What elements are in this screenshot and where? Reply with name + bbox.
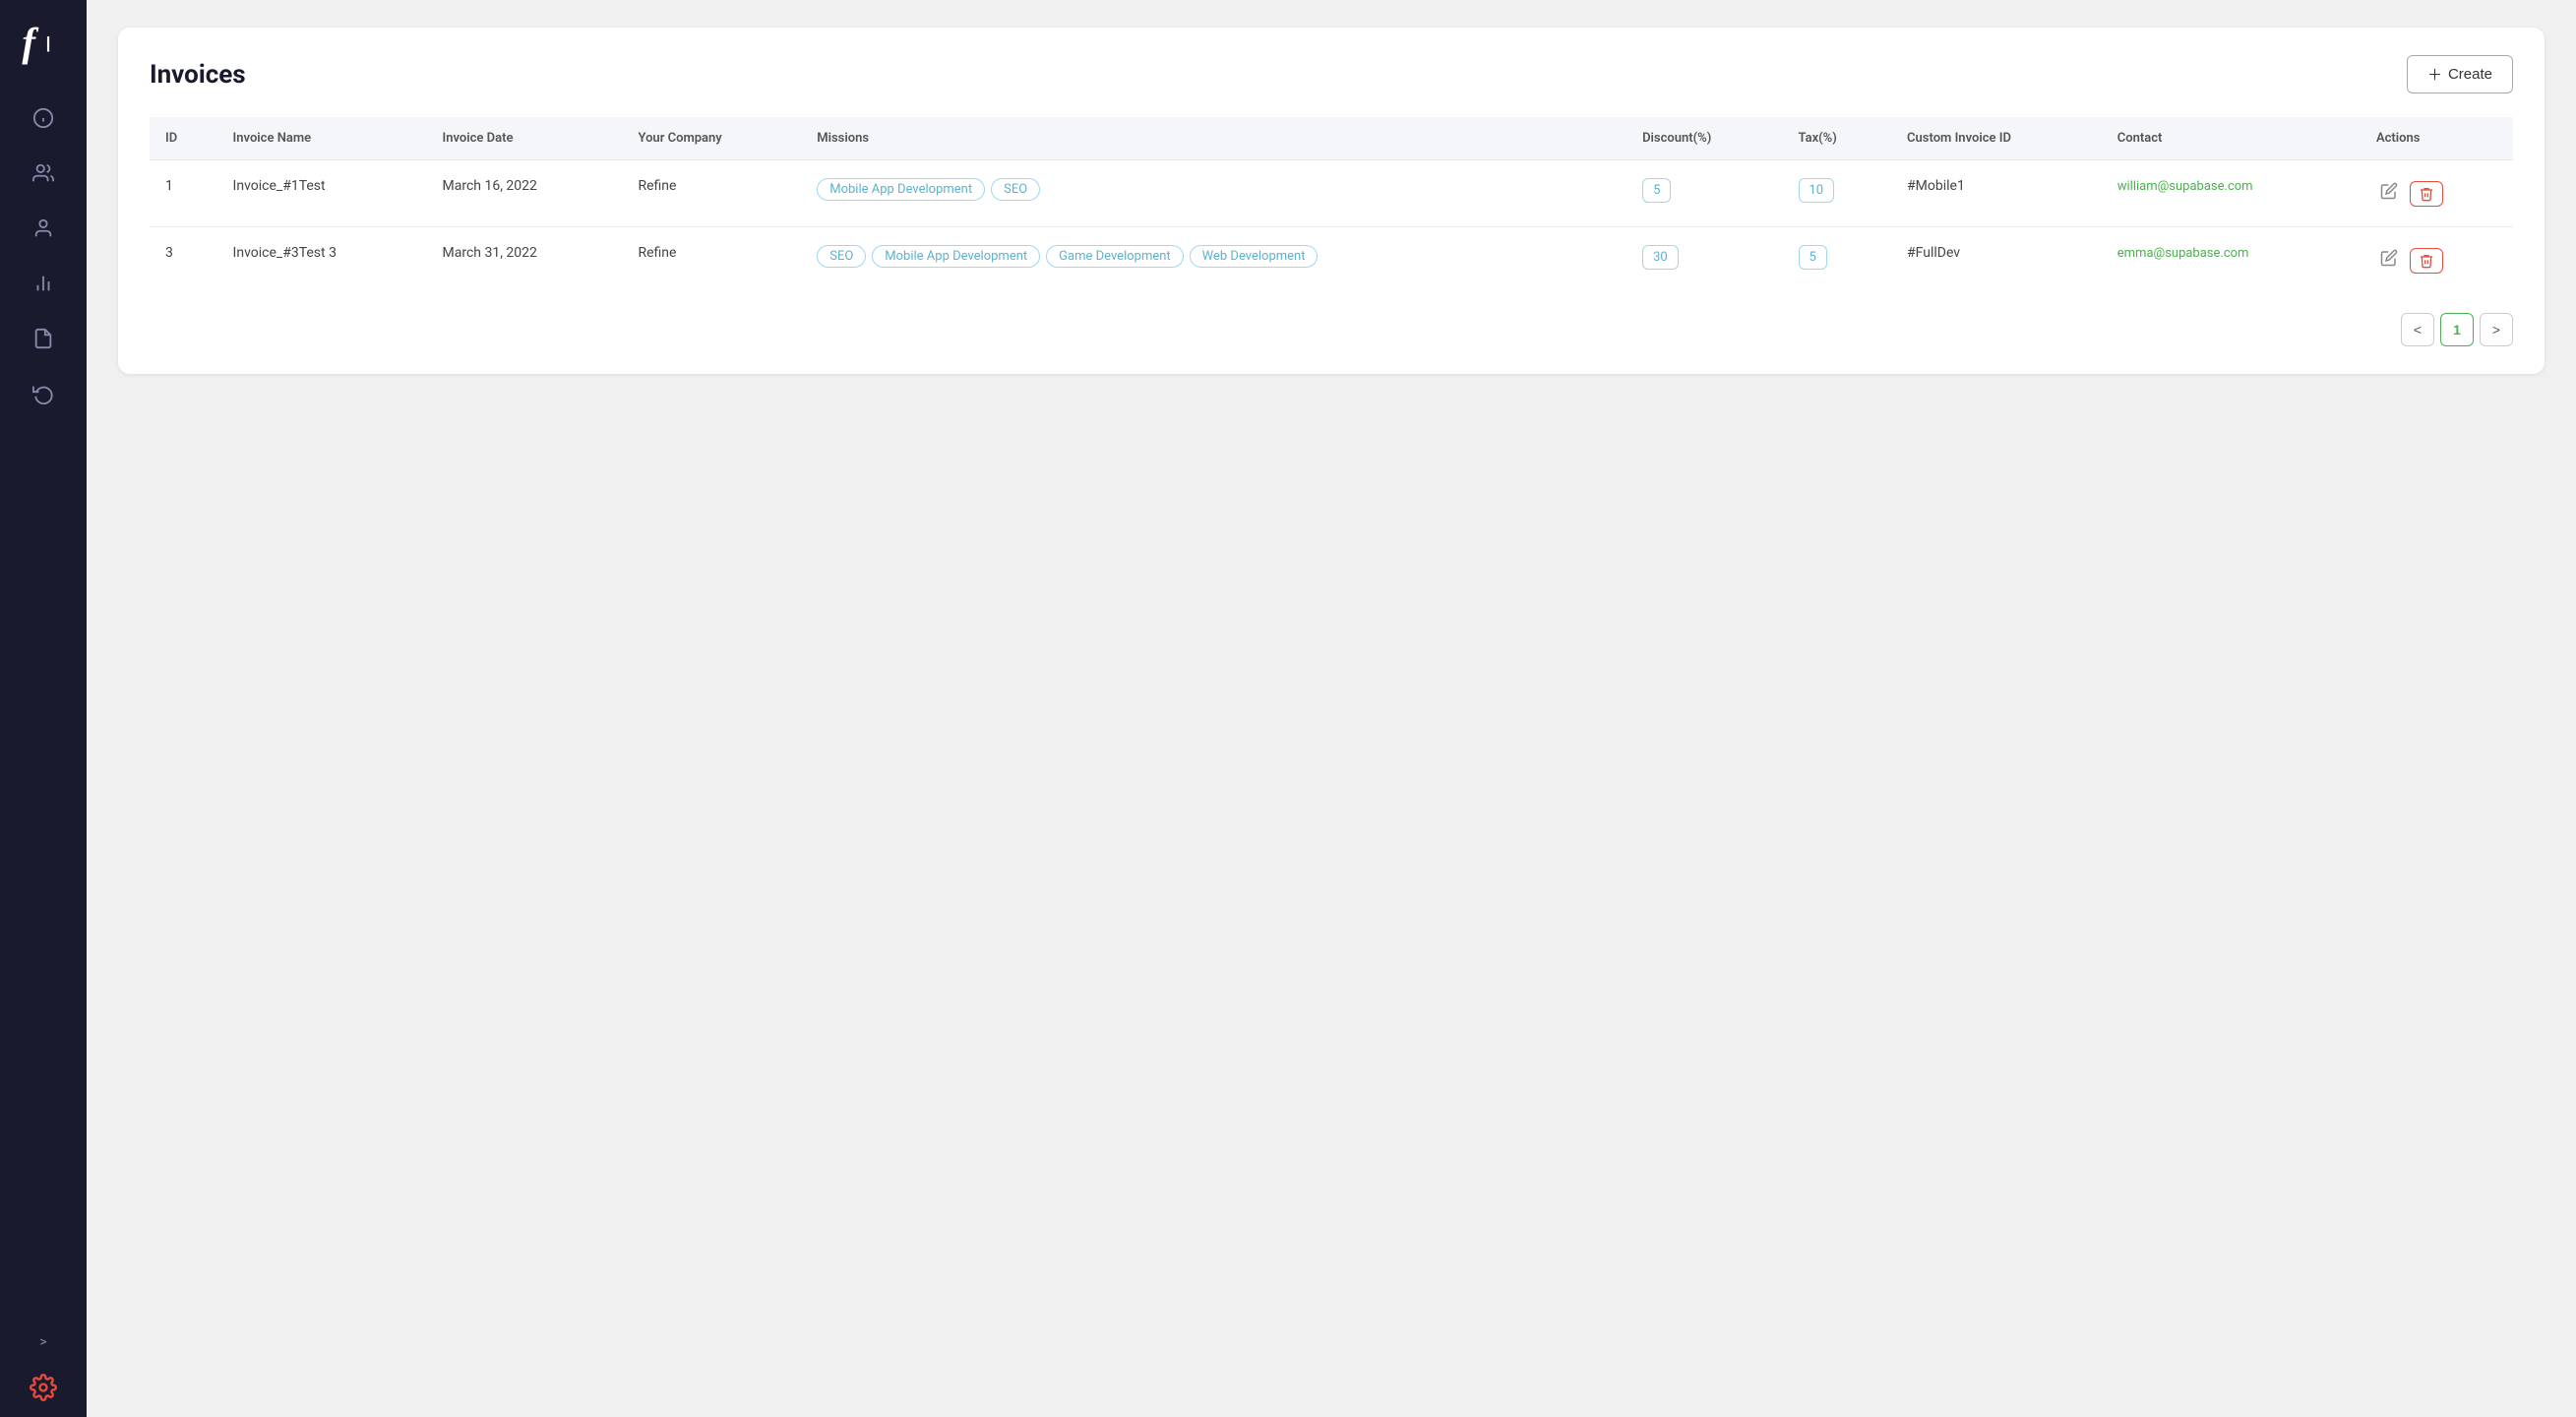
cell-actions — [2361, 227, 2513, 294]
mission-tag: Game Development — [1046, 245, 1184, 268]
cell-custom-invoice-id: #FullDev — [1891, 227, 2102, 294]
next-page-button[interactable]: > — [2480, 313, 2513, 346]
mission-tag: Mobile App Development — [872, 245, 1040, 268]
cell-discount: 30 — [1626, 227, 1782, 294]
plus-icon: ＋ — [2427, 64, 2442, 85]
col-tax: Tax(%) — [1783, 117, 1892, 160]
analytics-icon[interactable] — [22, 262, 65, 305]
info-icon[interactable] — [22, 96, 65, 140]
cell-invoice-name: Invoice_#1Test — [217, 160, 427, 227]
cell-actions — [2361, 160, 2513, 227]
create-button[interactable]: ＋ Create — [2407, 55, 2513, 93]
table-header-row: ID Invoice Name Invoice Date Your Compan… — [150, 117, 2513, 160]
delete-button[interactable] — [2410, 181, 2443, 207]
contact-email: emma@supabase.com — [2117, 246, 2249, 261]
pagination: < 1 > — [150, 313, 2513, 346]
mission-tag: Mobile App Development — [817, 178, 985, 201]
invoices-card: Invoices ＋ Create ID Invoice Name Invoic… — [118, 28, 2545, 374]
discount-badge: 30 — [1642, 245, 1679, 270]
settings-icon[interactable] — [0, 1374, 87, 1401]
col-contact: Contact — [2102, 117, 2361, 160]
cell-id: 3 — [150, 227, 217, 294]
cell-tax: 10 — [1783, 160, 1892, 227]
svg-text:f: f — [22, 20, 38, 64]
mission-tag: Web Development — [1190, 245, 1319, 268]
col-your-company: Your Company — [623, 117, 802, 160]
col-discount: Discount(%) — [1626, 117, 1782, 160]
col-missions: Missions — [801, 117, 1626, 160]
cell-contact: emma@supabase.com — [2102, 227, 2361, 294]
cell-custom-invoice-id: #Mobile1 — [1891, 160, 2102, 227]
cell-contact: william@supabase.com — [2102, 160, 2361, 227]
tax-badge: 10 — [1799, 178, 1835, 203]
page-1-button[interactable]: 1 — [2440, 313, 2474, 346]
col-invoice-name: Invoice Name — [217, 117, 427, 160]
sidebar-expand-button[interactable]: > — [0, 1326, 87, 1358]
invoices-table: ID Invoice Name Invoice Date Your Compan… — [150, 117, 2513, 293]
cell-tax: 5 — [1783, 227, 1892, 294]
cell-company: Refine — [623, 227, 802, 294]
svg-text:|: | — [45, 33, 50, 52]
mission-tag: SEO — [817, 245, 866, 268]
app-logo[interactable]: f | — [18, 16, 69, 67]
cell-invoice-date: March 31, 2022 — [427, 227, 623, 294]
user-icon[interactable] — [22, 207, 65, 250]
cell-invoice-name: Invoice_#3Test 3 — [217, 227, 427, 294]
mission-tag: SEO — [991, 178, 1040, 201]
tax-badge: 5 — [1799, 245, 1827, 270]
cell-missions: SEO Mobile App Development Game Developmen… — [801, 227, 1626, 294]
col-actions: Actions — [2361, 117, 2513, 160]
edit-button[interactable] — [2376, 245, 2402, 276]
users-icon[interactable] — [22, 152, 65, 195]
contact-email: william@supabase.com — [2117, 179, 2253, 194]
cell-id: 1 — [150, 160, 217, 227]
main-content: Invoices ＋ Create ID Invoice Name Invoic… — [87, 0, 2576, 1417]
table-row: 1Invoice_#1TestMarch 16, 2022RefineMobil… — [150, 160, 2513, 227]
prev-page-button[interactable]: < — [2401, 313, 2434, 346]
col-invoice-date: Invoice Date — [427, 117, 623, 160]
page-title: Invoices — [150, 60, 246, 90]
edit-button[interactable] — [2376, 178, 2402, 209]
delete-button[interactable] — [2410, 248, 2443, 274]
col-id: ID — [150, 117, 217, 160]
table-row: 3Invoice_#3Test 3March 31, 2022RefineSEO… — [150, 227, 2513, 294]
cell-company: Refine — [623, 160, 802, 227]
discount-badge: 5 — [1642, 178, 1671, 203]
create-label: Create — [2448, 66, 2492, 83]
sidebar: f | — [0, 0, 87, 1417]
refresh-icon[interactable] — [22, 372, 65, 415]
document-icon[interactable] — [22, 317, 65, 360]
cell-discount: 5 — [1626, 160, 1782, 227]
cell-invoice-date: March 16, 2022 — [427, 160, 623, 227]
cell-missions: Mobile App Development SEO — [801, 160, 1626, 227]
card-header: Invoices ＋ Create — [150, 55, 2513, 93]
col-custom-invoice-id: Custom Invoice ID — [1891, 117, 2102, 160]
